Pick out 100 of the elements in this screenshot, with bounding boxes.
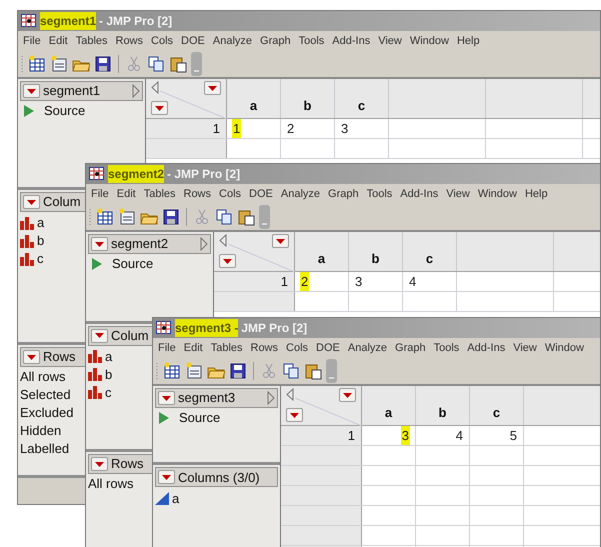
column-name[interactable]: b — [37, 231, 44, 251]
menu-item[interactable]: Tables — [210, 340, 242, 356]
toolbar-grip[interactable] — [156, 362, 159, 380]
play-icon[interactable] — [24, 105, 34, 117]
row-header-cell[interactable] — [214, 292, 295, 311]
disclosure-button[interactable] — [219, 254, 236, 268]
menu-item[interactable]: Analyze — [280, 186, 320, 202]
column-name[interactable]: a — [172, 488, 180, 508]
disclosure-button[interactable] — [91, 328, 108, 343]
column-name[interactable]: c — [37, 249, 44, 269]
expand-arrow-icon[interactable] — [200, 237, 208, 251]
disclosure-button[interactable] — [339, 388, 356, 402]
disclosure-button[interactable] — [204, 81, 221, 95]
overflow-handle[interactable] — [326, 359, 337, 383]
column-header[interactable]: b — [372, 248, 380, 268]
disclosure-button[interactable] — [23, 195, 40, 209]
row-header-cell[interactable] — [281, 466, 362, 485]
menu-item[interactable]: File — [23, 32, 41, 50]
row-number[interactable]: 1 — [212, 118, 220, 138]
disclosure-button[interactable] — [91, 457, 108, 471]
menu-item[interactable]: Cols — [286, 340, 308, 356]
row-header-cell[interactable] — [281, 506, 362, 525]
disclosure-button[interactable] — [272, 234, 289, 248]
menu-item[interactable]: Add-Ins — [332, 32, 370, 50]
menu-item[interactable]: Add-Ins — [467, 340, 506, 356]
expand-arrow-icon[interactable] — [132, 84, 140, 98]
new-table-icon[interactable] — [163, 362, 181, 380]
column-name[interactable]: b — [105, 365, 112, 385]
table-script[interactable]: Source — [112, 254, 154, 274]
disclosure-button[interactable] — [286, 408, 303, 422]
play-icon[interactable] — [159, 412, 169, 424]
copy-icon[interactable] — [147, 55, 165, 73]
menu-item[interactable]: Window — [544, 340, 584, 356]
menu-item[interactable]: Graph — [328, 186, 359, 202]
collapse-arrow-icon[interactable] — [151, 81, 159, 94]
new-table-icon[interactable] — [96, 208, 114, 226]
menu-item[interactable]: DOE — [181, 32, 205, 50]
menu-item[interactable]: Tools — [298, 32, 324, 50]
menu-item[interactable]: Graph — [395, 340, 426, 356]
overflow-handle[interactable] — [259, 205, 270, 229]
clipboard-icon[interactable] — [304, 362, 322, 380]
row-number[interactable]: 1 — [280, 272, 288, 292]
disclosure-button[interactable] — [23, 84, 40, 98]
menu-item[interactable]: View — [513, 340, 537, 356]
menu-item[interactable]: Tables — [144, 186, 176, 202]
menu-item[interactable]: Edit — [184, 340, 203, 356]
menu-item[interactable]: Analyze — [348, 340, 388, 356]
row-header-cell[interactable] — [281, 486, 362, 505]
column-name[interactable]: c — [105, 383, 112, 403]
column-header[interactable]: c — [358, 96, 366, 115]
menu-item[interactable]: Help — [456, 32, 480, 50]
menu-item[interactable]: Tables — [76, 32, 108, 50]
menu-item[interactable]: Add-Ins — [400, 186, 438, 202]
row-header-cell[interactable] — [281, 446, 362, 465]
menu-item[interactable]: Tools — [434, 340, 460, 356]
clipboard-icon[interactable] — [237, 208, 255, 226]
collapse-arrow-icon[interactable] — [286, 388, 294, 401]
new-script-icon[interactable] — [118, 208, 136, 226]
copy-icon[interactable] — [282, 362, 300, 380]
copy-icon[interactable] — [215, 208, 233, 226]
menu-item[interactable]: Window — [478, 186, 517, 202]
new-table-icon[interactable] — [28, 55, 46, 73]
menu-item[interactable]: Rows — [250, 340, 278, 356]
new-script-icon[interactable] — [50, 55, 68, 73]
menu-item[interactable]: Cols — [151, 32, 174, 50]
menu-item[interactable]: Edit — [48, 32, 68, 50]
menu-item[interactable]: File — [91, 186, 109, 202]
column-header[interactable]: c — [492, 402, 500, 422]
menu-item[interactable]: Rows — [116, 32, 144, 50]
column-header[interactable]: b — [304, 96, 312, 115]
new-script-icon[interactable] — [185, 362, 203, 380]
menu-item[interactable]: View — [446, 186, 470, 202]
toolbar-grip[interactable] — [21, 55, 24, 73]
menu-item[interactable]: View — [378, 32, 402, 50]
column-header[interactable]: a — [250, 96, 258, 115]
menu-item[interactable]: Window — [410, 32, 449, 50]
table-script[interactable]: Source — [179, 408, 220, 428]
overflow-handle[interactable] — [191, 52, 202, 76]
column-header[interactable]: c — [426, 248, 434, 268]
disclosure-button[interactable] — [158, 470, 175, 484]
row-header-cell[interactable] — [281, 526, 362, 545]
menu-item[interactable]: Rows — [184, 186, 212, 202]
menu-item[interactable]: Cols — [219, 186, 242, 202]
disclosure-button[interactable] — [91, 237, 108, 251]
play-icon[interactable] — [92, 258, 102, 270]
menu-item[interactable]: Graph — [260, 32, 291, 50]
menu-item[interactable]: Analyze — [212, 32, 252, 50]
disclosure-button[interactable] — [23, 350, 40, 364]
menu-item[interactable]: Help — [524, 186, 548, 202]
menu-item[interactable]: Edit — [116, 186, 136, 202]
column-name[interactable]: a — [105, 347, 112, 367]
menu-item[interactable]: Tools — [366, 186, 392, 202]
row-header-cell[interactable] — [146, 139, 227, 158]
clipboard-icon[interactable] — [169, 55, 187, 73]
collapse-arrow-icon[interactable] — [219, 234, 227, 247]
menu-item[interactable]: DOE — [249, 186, 273, 202]
menu-item[interactable]: DOE — [316, 340, 340, 356]
column-header[interactable]: a — [384, 402, 392, 422]
expand-arrow-icon[interactable] — [267, 391, 275, 405]
menu-item[interactable]: File — [158, 340, 176, 356]
